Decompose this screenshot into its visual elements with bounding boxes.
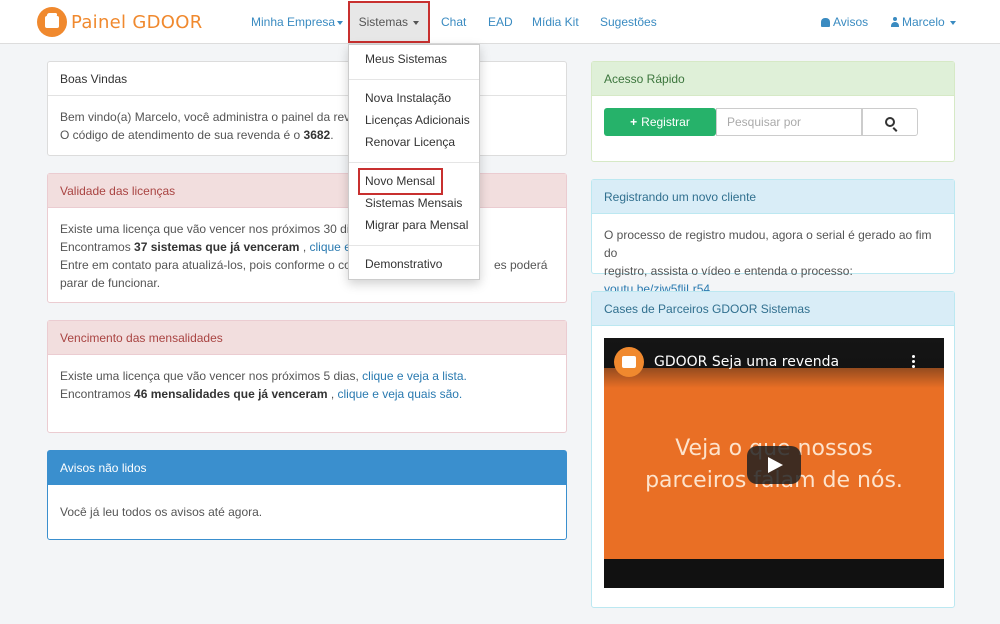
search-icon xyxy=(885,117,895,127)
nav-midia-kit[interactable]: Mídia Kit xyxy=(532,0,579,44)
text: es poderá xyxy=(494,258,548,272)
vencimento-line-1: Existe uma licença que vão vencer nos pr… xyxy=(60,367,554,385)
panel-title: Avisos não lidos xyxy=(48,451,566,485)
bell-icon xyxy=(821,18,830,27)
view-list-link[interactable]: clique e veja a lista. xyxy=(362,369,467,383)
nav-sistemas[interactable]: Sistemas xyxy=(348,1,430,43)
register-label: Registrar xyxy=(641,115,690,129)
menu-divider xyxy=(349,245,479,246)
nav-user-menu[interactable]: Marcelo xyxy=(891,0,957,44)
text: Encontramos xyxy=(60,387,135,401)
video-player[interactable]: GDOOR Seja uma revenda Veja o que nossos… xyxy=(604,338,944,588)
text: , xyxy=(327,387,338,401)
panel-title: Boas Vindas xyxy=(48,62,566,96)
search-button[interactable] xyxy=(862,108,918,136)
panel-validade-licencas: Validade das licenças Existe uma licença… xyxy=(47,173,567,303)
caret-down-icon xyxy=(950,20,957,25)
panel-title: Registrando um novo cliente xyxy=(592,180,954,214)
avisos-message: Você já leu todos os avisos até agora. xyxy=(60,505,263,519)
panel-title: Acesso Rápido xyxy=(592,62,954,96)
panel-registrando-cliente: Registrando um novo cliente O processo d… xyxy=(591,179,955,296)
panel-body: Bem vindo(a) Marcelo, você administra o … xyxy=(48,96,566,156)
nav-user-label: Marcelo xyxy=(902,15,945,29)
menu-item-renovar-licenca[interactable]: Renovar Licença xyxy=(349,131,479,153)
more-options-icon[interactable] xyxy=(912,355,916,371)
nav-ead[interactable]: EAD xyxy=(488,0,513,44)
expired-count: 46 mensalidades que já venceram xyxy=(134,387,328,401)
text: , xyxy=(299,240,310,254)
brand-name: Painel GDOOR xyxy=(71,11,203,33)
nav-avisos-label: Avisos xyxy=(833,15,869,29)
menu-divider xyxy=(349,79,479,80)
text: Existe uma licença que vão vencer nos pr… xyxy=(60,369,363,383)
caret-down-icon xyxy=(413,20,420,25)
panel-avisos-nao-lidos: Avisos não lidos Você já leu todos os av… xyxy=(47,450,567,540)
nav-minha-empresa[interactable]: Minha Empresa xyxy=(251,0,344,44)
registrando-line-1: O processo de registro mudou, agora o se… xyxy=(604,228,932,260)
revenda-code: 3682 xyxy=(303,128,331,142)
top-navbar: Painel GDOOR Minha Empresa Sistemas Chat… xyxy=(0,0,1000,44)
panel-body: Existe uma licença que vão vencer nos pr… xyxy=(48,355,566,415)
search-input[interactable] xyxy=(716,108,862,136)
menu-item-demonstrativo[interactable]: Demonstrativo xyxy=(349,253,479,275)
nav-chat[interactable]: Chat xyxy=(441,0,466,44)
brand[interactable]: Painel GDOOR xyxy=(37,7,203,37)
code-suffix: . xyxy=(330,128,334,142)
sistemas-dropdown-menu: Meus Sistemas Nova Instalação Licenças A… xyxy=(348,44,480,280)
highlight-box xyxy=(358,168,443,195)
caret-down-icon xyxy=(337,20,344,25)
nav-sistemas-label: Sistemas xyxy=(358,15,408,29)
nav-avisos[interactable]: Avisos xyxy=(821,0,868,44)
menu-item-licencas-adicionais[interactable]: Licenças Adicionais xyxy=(349,109,479,131)
menu-item-meus-sistemas[interactable]: Meus Sistemas xyxy=(349,48,479,70)
menu-item-nova-instalacao[interactable]: Nova Instalação xyxy=(349,87,479,109)
plus-icon: + xyxy=(630,115,638,129)
panel-title: Vencimento das mensalidades xyxy=(48,321,566,355)
code-prefix: O código de atendimento de sua revenda é… xyxy=(60,128,304,142)
menu-item-migrar-para-mensal[interactable]: Migrar para Mensal xyxy=(349,214,479,236)
view-which-link[interactable]: clique e veja quais são. xyxy=(338,387,463,401)
panel-vencimento-mensalidades: Vencimento das mensalidades Existe uma l… xyxy=(47,320,567,433)
panel-title: Validade das licenças xyxy=(48,174,566,208)
video-title[interactable]: GDOOR Seja uma revenda xyxy=(654,354,839,370)
register-button[interactable]: + Registrar xyxy=(604,108,716,136)
menu-divider xyxy=(349,162,479,163)
text: registro, assista o vídeo e entenda o pr… xyxy=(604,264,853,278)
expired-count: 37 sistemas que já venceram xyxy=(134,240,300,254)
panel-acesso-rapido: Acesso Rápido + Registrar xyxy=(591,61,955,162)
panel-body: Existe uma licença que vão vencer nos pr… xyxy=(48,208,566,304)
play-icon[interactable] xyxy=(747,446,801,484)
text: Entre em contato para atualizá-los, pois… xyxy=(60,258,372,272)
nav-sugestoes[interactable]: Sugestões xyxy=(600,0,657,44)
panel-cases-parceiros: Cases de Parceiros GDOOR Sistemas GDOOR … xyxy=(591,291,955,608)
channel-logo-icon[interactable] xyxy=(614,347,644,377)
menu-item-sistemas-mensais[interactable]: Sistemas Mensais xyxy=(349,192,479,214)
user-icon xyxy=(891,17,899,27)
vencimento-line-2: Encontramos 46 mensalidades que já vence… xyxy=(60,385,554,403)
panel-boas-vindas: Boas Vindas Bem vindo(a) Marcelo, você a… xyxy=(47,61,567,156)
nav-minha-empresa-label: Minha Empresa xyxy=(251,15,336,29)
panel-title: Cases de Parceiros GDOOR Sistemas xyxy=(592,292,954,326)
text: Encontramos xyxy=(60,240,135,254)
gdoor-logo-icon xyxy=(37,7,67,37)
validade-text: Existe uma licença que vão vencer nos pr… xyxy=(60,222,366,236)
